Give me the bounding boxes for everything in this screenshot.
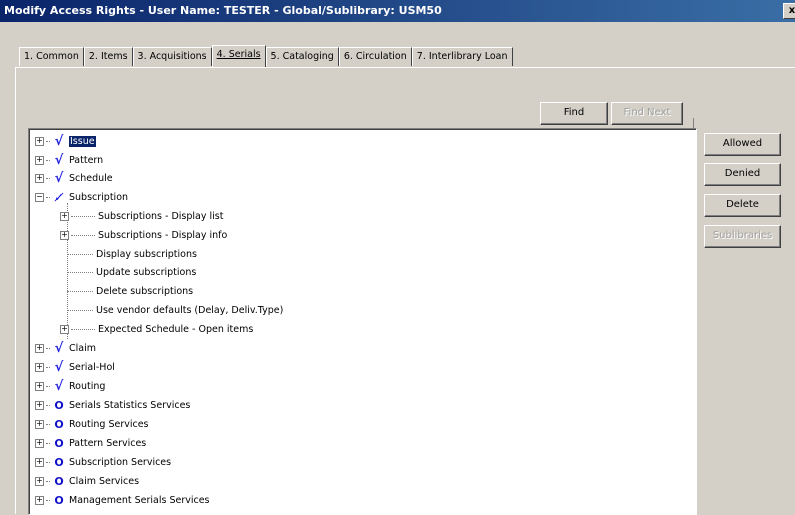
tree-node-serials-statistics-services[interactable]: + O Serials Statistics Services (35, 396, 190, 414)
tab-cataloging[interactable]: 5. Cataloging (265, 47, 339, 66)
expand-icon[interactable]: + (35, 438, 44, 448)
expand-icon[interactable]: + (35, 173, 44, 183)
expand-icon[interactable]: + (35, 381, 44, 391)
tree-child-delete-subscriptions[interactable]: Delete subscriptions (67, 282, 193, 300)
tree-node-label: Subscription Services (69, 456, 172, 468)
tree-node-management-serials-services[interactable]: + O Management Serials Services (35, 491, 210, 509)
allowed-check-icon: √ (54, 378, 64, 394)
allowed-check-icon: √ (54, 340, 64, 356)
tree-node-label: Expected Schedule - Open items (98, 323, 254, 335)
tab-strip: 1. Common 2. Items 3. Acquisitions 4. Se… (19, 45, 513, 67)
tree-node-label: Claim (69, 342, 96, 354)
expand-icon[interactable]: + (60, 230, 69, 240)
tree-node-label: Subscriptions - Display info (98, 229, 228, 241)
find-next-button[interactable]: Find Next (611, 102, 683, 125)
tree-node-issue[interactable]: + √ Issue (35, 132, 96, 150)
tree-node-schedule[interactable]: + √ Schedule (35, 169, 113, 187)
tree-node-label: Delete subscriptions (96, 285, 194, 297)
undefined-circle-icon: O (54, 455, 64, 469)
tree-node-label: Routing Services (69, 418, 149, 430)
expand-icon[interactable]: + (35, 343, 44, 353)
undefined-circle-icon: O (54, 398, 64, 412)
denied-button[interactable]: Denied (704, 163, 781, 186)
tree-node-pattern[interactable]: + √ Pattern (35, 151, 103, 169)
allowed-check-icon: √ (54, 170, 64, 186)
tree-node-label: Display subscriptions (96, 248, 197, 260)
sublibraries-button[interactable]: Sublibraries (704, 225, 781, 248)
tree-node-claim[interactable]: + √ Claim (35, 339, 96, 357)
tree-child-display-subscriptions[interactable]: Display subscriptions (67, 245, 197, 263)
tree-node-routing[interactable]: + √ Routing (35, 377, 105, 395)
tree-node-label: Serial-Hol (69, 361, 115, 373)
tree-node-label: Pattern (69, 154, 104, 166)
tree-node-claim-services[interactable]: + O Claim Services (35, 472, 139, 490)
tree-child-display-info[interactable]: + Subscriptions - Display info (60, 226, 227, 244)
partial-check-icon: ✓̸ (54, 190, 64, 204)
expand-icon[interactable]: + (35, 419, 44, 429)
tree-node-label: Claim Services (69, 475, 140, 487)
tab-circulation[interactable]: 6. Circulation (338, 47, 412, 66)
tree-child-display-list[interactable]: + Subscriptions - Display list (60, 207, 223, 225)
expand-icon[interactable]: + (35, 136, 44, 146)
window-title: Modify Access Rights - User Name: TESTER… (4, 4, 442, 17)
tree-child-vendor-defaults[interactable]: Use vendor defaults (Delay, Deliv.Type) (67, 301, 283, 319)
tab-acquisitions[interactable]: 3. Acquisitions (132, 47, 212, 66)
delete-button[interactable]: Delete (704, 194, 781, 217)
undefined-circle-icon: O (54, 436, 64, 450)
tab-items[interactable]: 2. Items (83, 47, 133, 66)
tree-node-pattern-services[interactable]: + O Pattern Services (35, 434, 146, 452)
allowed-check-icon: √ (54, 359, 64, 375)
undefined-circle-icon: O (54, 417, 64, 431)
expand-icon[interactable]: + (35, 362, 44, 372)
tree-node-label[interactable]: Issue (69, 135, 96, 147)
close-button[interactable]: x (783, 3, 795, 19)
tree-node-subscription-services[interactable]: + O Subscription Services (35, 453, 171, 471)
tree-child-expected-schedule[interactable]: + Expected Schedule - Open items (60, 320, 253, 338)
tree-node-label: Subscriptions - Display list (98, 210, 224, 222)
tree-node-label: Subscription (69, 191, 129, 203)
tree-node-subscription[interactable]: − ✓̸ Subscription (35, 188, 128, 206)
tree-node-label: Use vendor defaults (Delay, Deliv.Type) (96, 304, 284, 316)
tree-node-label: Routing (69, 380, 106, 392)
undefined-circle-icon: O (54, 493, 64, 507)
access-rights-tree[interactable]: + √ Issue + √ Pattern + √ Schedule − ✓̸ … (28, 128, 697, 515)
tab-common[interactable]: 1. Common (19, 47, 84, 66)
tree-node-label: Management Serials Services (69, 494, 210, 506)
expand-icon[interactable]: + (60, 211, 69, 221)
undefined-circle-icon: O (54, 474, 64, 488)
collapse-icon[interactable]: − (35, 192, 44, 202)
tree-node-routing-services[interactable]: + O Routing Services (35, 415, 149, 433)
expand-icon[interactable]: + (35, 457, 44, 467)
tree-node-label: Schedule (69, 172, 113, 184)
tree-node-serial-hol[interactable]: + √ Serial-Hol (35, 358, 115, 376)
tree-node-label: Serials Statistics Services (69, 399, 191, 411)
tree-node-label: Update subscriptions (96, 266, 197, 278)
expand-icon[interactable]: + (35, 495, 44, 505)
tab-serials[interactable]: 4. Serials (211, 45, 266, 67)
title-bar: Modify Access Rights - User Name: TESTER… (0, 0, 795, 22)
expand-icon[interactable]: + (60, 324, 69, 334)
allowed-check-icon: √ (54, 133, 64, 149)
tab-interlibrary-loan[interactable]: 7. Interlibrary Loan (411, 47, 513, 66)
tree-node-label: Pattern Services (69, 437, 147, 449)
find-button[interactable]: Find (540, 102, 608, 125)
allowed-button[interactable]: Allowed (704, 133, 781, 156)
expand-icon[interactable]: + (35, 155, 44, 165)
allowed-check-icon: √ (54, 152, 64, 168)
tree-child-update-subscriptions[interactable]: Update subscriptions (67, 263, 196, 281)
expand-icon[interactable]: + (35, 400, 44, 410)
expand-icon[interactable]: + (35, 476, 44, 486)
